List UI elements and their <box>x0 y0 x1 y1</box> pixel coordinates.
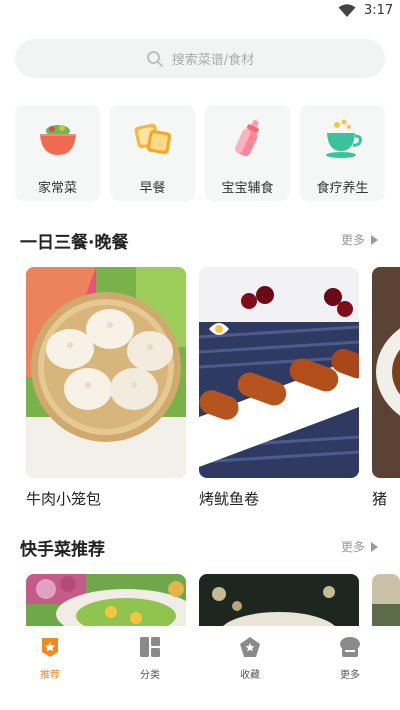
recipe-title: 牛肉小笼包 <box>26 490 102 508</box>
search-placeholder: 搜索菜谱/食材 <box>171 53 255 68</box>
chevron-right-icon <box>371 541 378 552</box>
category-home-cooking[interactable]: 家常菜 <box>15 105 100 201</box>
tab-recommend[interactable]: 推荐 <box>20 636 80 681</box>
tab-category[interactable]: 分类 <box>120 636 180 681</box>
baby-bottle-icon <box>234 120 259 157</box>
category-label: 食疗养生 <box>316 181 369 196</box>
section-title-dinner: 一日三餐·晚餐 <box>20 233 129 253</box>
category-label: 早餐 <box>139 181 166 196</box>
recipe-card[interactable]: 牛肉小笼包 <box>26 267 186 509</box>
category-label: 家常菜 <box>37 181 77 196</box>
search-icon <box>146 50 163 67</box>
category-grid: 家常菜 早餐 宝宝辅食 食疗养生 <box>15 105 385 201</box>
tab-favorites[interactable]: 收藏 <box>220 636 280 681</box>
category-icon <box>140 637 160 657</box>
tab-label: 收藏 <box>240 670 260 681</box>
category-breakfast[interactable]: 早餐 <box>110 105 195 201</box>
more-label: 更多 <box>340 233 365 247</box>
more-label: 更多 <box>340 540 365 554</box>
tab-label: 更多 <box>340 670 360 681</box>
category-label: 宝宝辅食 <box>221 181 274 196</box>
grilled-squid-image <box>199 267 359 478</box>
recipe-card[interactable]: 猪 <box>372 267 400 509</box>
chevron-right-icon <box>371 234 378 245</box>
more-link-dinner[interactable]: 更多 <box>341 231 378 248</box>
pork-dish-image <box>372 267 400 478</box>
recipe-title: 烤鱿鱼卷 <box>199 490 260 508</box>
recipe-title: 猪 <box>372 490 388 508</box>
steamed-buns-image <box>26 267 186 478</box>
recipe-card[interactable]: 烤鱿鱼卷 <box>199 267 359 509</box>
bottom-tab-bar: 推荐 分类 收藏 更多 <box>0 626 400 710</box>
tab-more[interactable]: 更多 <box>320 636 380 681</box>
dish-image[interactable] <box>372 574 400 634</box>
category-diet-therapy[interactable]: 食疗养生 <box>300 105 385 201</box>
category-baby-food[interactable]: 宝宝辅食 <box>205 105 290 201</box>
favorite-icon <box>240 637 260 657</box>
section-title-quick-dishes: 快手菜推荐 <box>20 540 105 560</box>
salad-image[interactable] <box>26 574 186 634</box>
search-bar[interactable]: 搜索菜谱/食材 <box>15 39 385 78</box>
status-bar: 3:17 <box>0 0 400 26</box>
tea-cup-icon <box>326 119 362 158</box>
more-link-quick-dishes[interactable]: 更多 <box>341 538 378 555</box>
wifi-icon <box>338 4 356 17</box>
tab-label: 推荐 <box>40 670 60 681</box>
recommend-icon <box>42 638 58 657</box>
soup-image[interactable] <box>199 574 359 634</box>
toast-icon <box>134 123 172 155</box>
tab-label: 分类 <box>140 670 160 681</box>
more-icon <box>340 637 360 657</box>
status-time: 3:17 <box>364 3 394 18</box>
salad-bowl-icon <box>40 125 76 155</box>
